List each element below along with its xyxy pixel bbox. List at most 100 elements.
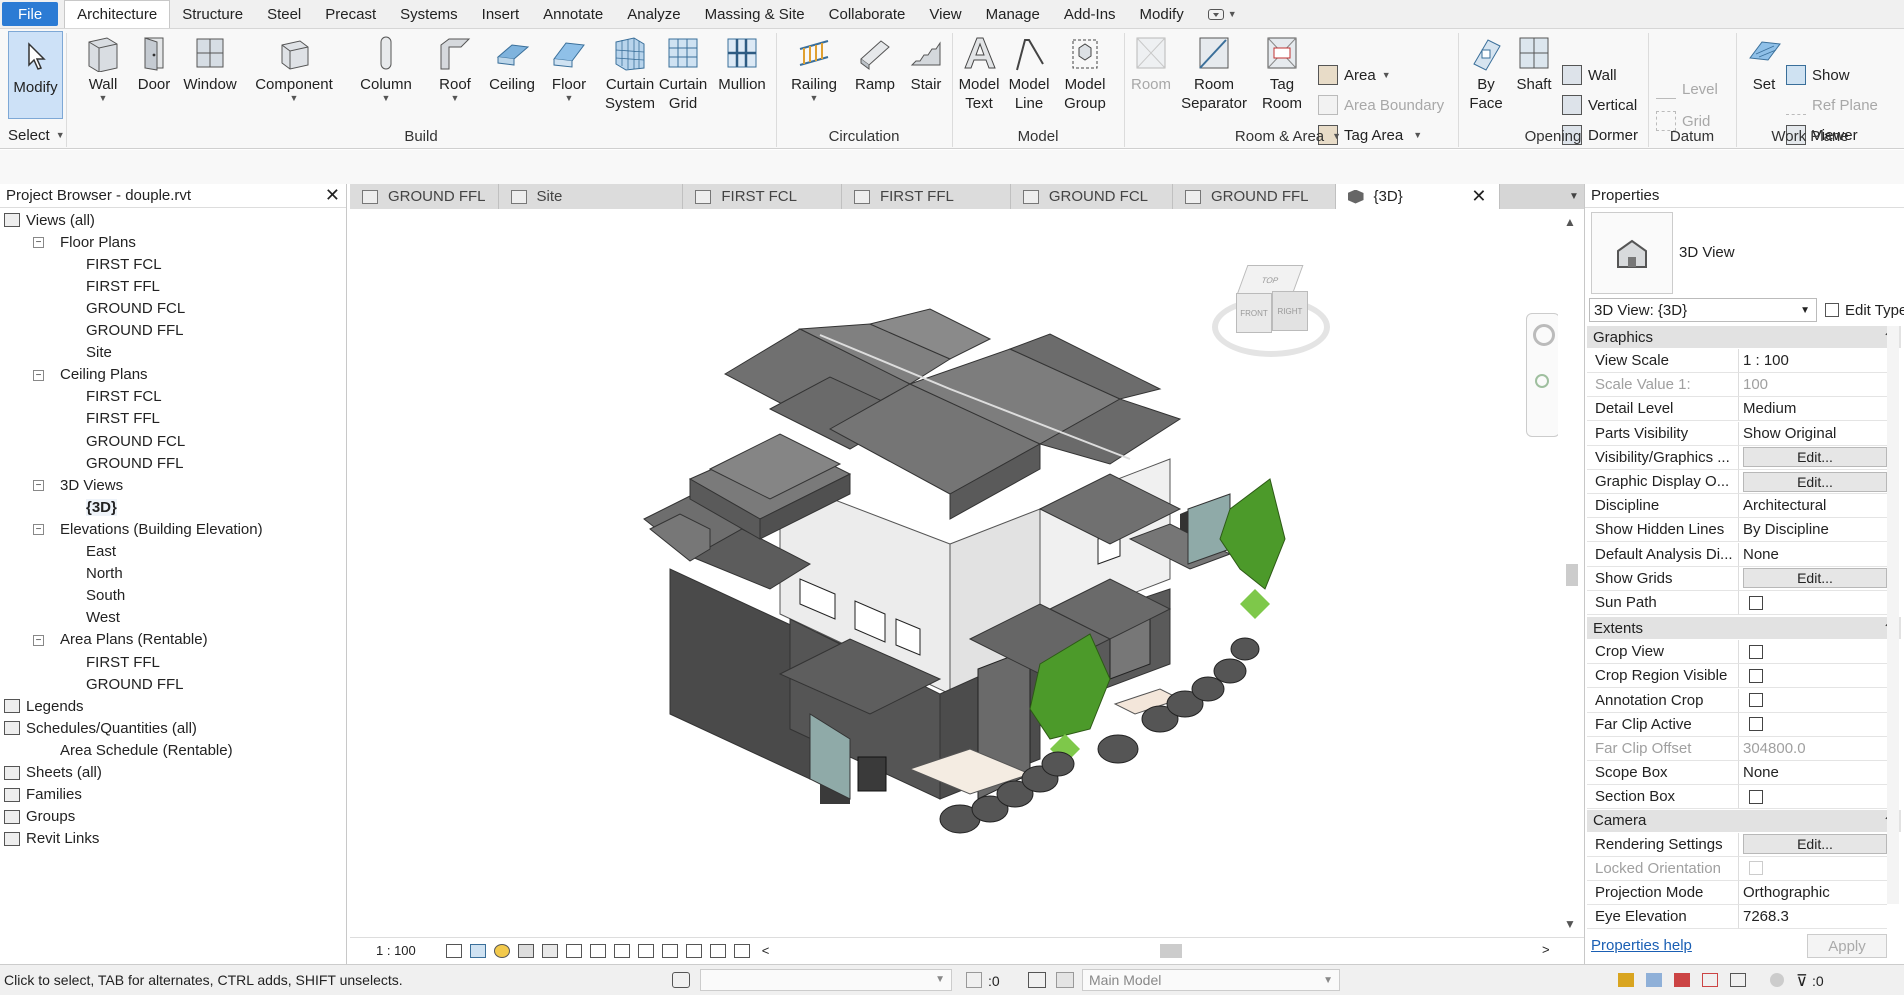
edit-button[interactable]: Edit... <box>1743 447 1887 468</box>
unlocked-view-icon[interactable] <box>613 943 630 958</box>
scroll-right-arrow[interactable]: > <box>1542 942 1550 957</box>
worksets-icon[interactable] <box>672 972 690 988</box>
tree-toggle-icon[interactable]: − <box>33 237 44 249</box>
tree-item[interactable]: {3D} <box>86 496 117 518</box>
tree-item[interactable]: East <box>86 541 116 563</box>
vertical-scrollbar[interactable]: ▲ ▼ <box>1558 209 1584 937</box>
analytical-model-icon[interactable] <box>733 943 750 958</box>
design-option-selector[interactable]: Main Model ▼ <box>1082 969 1340 991</box>
menu-precast[interactable]: Precast <box>313 0 388 28</box>
property-value[interactable]: Show Original <box>1743 425 1836 442</box>
tree-item[interactable]: Revit Links <box>26 828 99 850</box>
sun-path-icon[interactable] <box>493 943 510 958</box>
model-group-button[interactable]: Model Group <box>1056 33 1114 113</box>
vertical-opening-button[interactable]: Vertical <box>1562 95 1637 115</box>
select-links-icon[interactable] <box>1618 973 1634 987</box>
scroll-down-arrow[interactable]: ▼ <box>1564 917 1576 931</box>
tab-ground-ffl-2[interactable]: GROUND FFL <box>1173 184 1336 209</box>
show-crop-icon[interactable] <box>589 943 606 958</box>
property-value[interactable]: None <box>1743 764 1779 781</box>
tree-item[interactable]: Ceiling Plans <box>60 364 148 386</box>
shaft-button[interactable]: Shaft <box>1512 33 1556 94</box>
property-checkbox[interactable] <box>1749 693 1763 708</box>
tree-item[interactable]: GROUND FCL <box>86 430 185 452</box>
property-value[interactable]: Architectural <box>1743 497 1826 514</box>
set-work-plane-button[interactable]: Set <box>1740 33 1788 94</box>
properties-help-link[interactable]: Properties help <box>1591 937 1692 954</box>
ribbon-toggle-button[interactable]: ▼ <box>1196 0 1249 28</box>
tree-item[interactable]: FIRST FFL <box>86 651 160 673</box>
property-value[interactable]: 304800.0 <box>1743 740 1806 757</box>
column-button[interactable]: Column ▼ <box>358 33 414 103</box>
apply-button[interactable]: Apply <box>1807 934 1887 958</box>
tree-item[interactable]: Site <box>86 342 112 364</box>
curtain-grid-button[interactable]: Curtain Grid <box>658 33 708 113</box>
workset-dropdown[interactable]: ▼ <box>700 969 952 991</box>
property-value[interactable]: None <box>1743 546 1779 563</box>
select-pinned-icon[interactable] <box>1674 973 1690 987</box>
tree-toggle-icon[interactable]: − <box>33 524 44 536</box>
properties-section-extents[interactable]: Extents⌃ <box>1587 617 1901 640</box>
menu-massing-site[interactable]: Massing & Site <box>693 0 817 28</box>
tree-item[interactable]: Elevations (Building Elevation) <box>60 518 263 540</box>
menu-manage[interactable]: Manage <box>974 0 1052 28</box>
show-work-plane-button[interactable]: Show <box>1786 65 1850 85</box>
tree-item[interactable]: South <box>86 585 125 607</box>
room-area-group-label[interactable]: Room & Area ▼ <box>1124 125 1452 147</box>
tree-item[interactable]: Schedules/Quantities (all) <box>26 717 197 739</box>
view-type-selector[interactable]: 3D View: {3D} ▼ <box>1589 298 1817 322</box>
area-button[interactable]: Area ▼ <box>1318 65 1391 85</box>
tab-3d[interactable]: {3D} ✕ <box>1335 184 1500 209</box>
drag-elements-icon[interactable] <box>1730 973 1746 987</box>
tree-toggle-icon[interactable]: − <box>33 369 44 381</box>
menu-steel[interactable]: Steel <box>255 0 313 28</box>
tab-first-fcl[interactable]: FIRST FCL <box>683 184 842 209</box>
3d-view-canvas[interactable]: TOP FRONT RIGHT <box>350 209 1570 937</box>
temporary-view-properties-icon[interactable] <box>685 943 702 958</box>
tree-item[interactable]: GROUND FFL <box>86 673 184 695</box>
property-checkbox[interactable] <box>1749 595 1763 610</box>
property-value[interactable]: 7268.3 <box>1743 908 1789 925</box>
property-checkbox[interactable] <box>1749 644 1763 659</box>
menu-structure[interactable]: Structure <box>170 0 255 28</box>
stair-button[interactable]: Stair <box>904 33 948 94</box>
close-icon[interactable]: ✕ <box>1471 186 1486 207</box>
mullion-button[interactable]: Mullion <box>714 33 770 94</box>
menu-architecture[interactable]: Architecture <box>64 0 171 28</box>
shadows-icon[interactable] <box>517 943 534 958</box>
edit-type-button[interactable]: Edit Type <box>1825 298 1904 322</box>
tree-item[interactable]: Floor Plans <box>60 231 136 253</box>
property-checkbox[interactable] <box>1749 789 1763 804</box>
tab-first-ffl[interactable]: FIRST FFL <box>841 184 1011 209</box>
tree-item[interactable]: Legends <box>26 695 84 717</box>
steering-wheel-icon[interactable] <box>1533 324 1555 346</box>
select-underlay-icon[interactable] <box>1646 973 1662 987</box>
modify-button[interactable]: Modify <box>8 31 63 119</box>
menu-collaborate[interactable]: Collaborate <box>817 0 918 28</box>
editable-only-icon[interactable] <box>966 972 982 988</box>
tree-item[interactable]: Groups <box>26 806 75 828</box>
tree-item[interactable]: Area Plans (Rentable) <box>60 629 208 651</box>
tree-item[interactable]: FIRST FCL <box>86 386 162 408</box>
detail-level-icon[interactable] <box>445 943 462 958</box>
model-line-button[interactable]: Model Line <box>1006 33 1052 113</box>
window-button[interactable]: Window <box>180 33 240 94</box>
properties-section-camera[interactable]: Camera⌃ <box>1587 809 1901 832</box>
by-face-button[interactable]: By Face <box>1462 33 1510 113</box>
property-value[interactable]: Orthographic <box>1743 884 1830 901</box>
tree-toggle-icon[interactable]: − <box>33 634 44 646</box>
railing-button[interactable]: Railing ▼ <box>788 33 840 103</box>
wall-opening-button[interactable]: Wall <box>1562 65 1617 85</box>
wall-button[interactable]: Wall ▼ <box>80 33 126 103</box>
menu-systems[interactable]: Systems <box>388 0 470 28</box>
property-checkbox[interactable] <box>1749 668 1763 683</box>
menu-add-ins[interactable]: Add-Ins <box>1052 0 1128 28</box>
tree-item[interactable]: West <box>86 607 120 629</box>
tree-item[interactable]: 3D Views <box>60 474 123 496</box>
menu-file[interactable]: File <box>2 2 59 26</box>
tree-item[interactable]: FIRST FCL <box>86 253 162 275</box>
worksharing-display-icon[interactable] <box>709 943 726 958</box>
properties-section-graphics[interactable]: Graphics⌃ <box>1587 326 1901 348</box>
edit-button[interactable]: Edit... <box>1743 568 1887 589</box>
tree-item[interactable]: Families <box>26 784 82 806</box>
